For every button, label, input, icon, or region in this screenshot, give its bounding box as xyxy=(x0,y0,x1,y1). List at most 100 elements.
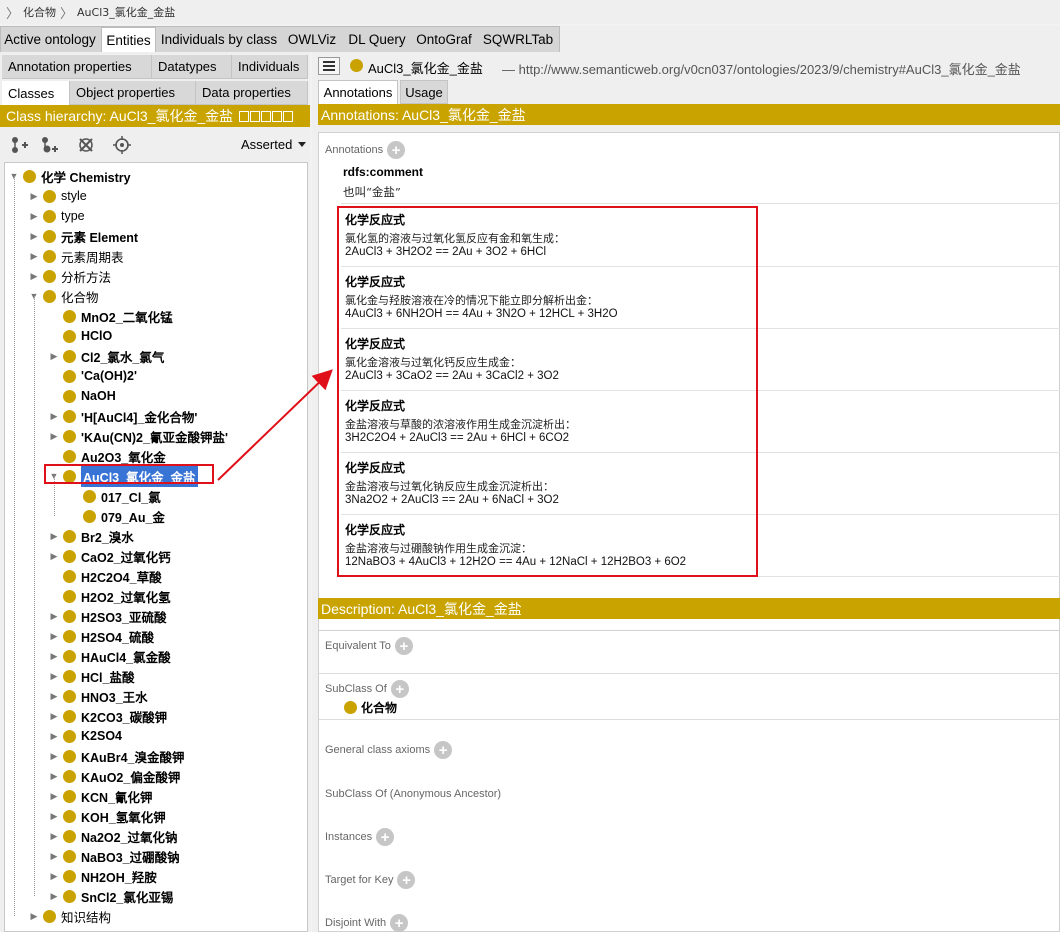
tree-node[interactable]: ▶ HNO3_王水 xyxy=(49,687,148,705)
expand-right-icon[interactable]: ▶ xyxy=(49,847,59,865)
tree-node[interactable]: ▶ type xyxy=(29,207,85,225)
tree-node[interactable]: ▶ NaBO3_过硼酸钠 xyxy=(49,847,180,865)
add-instance-icon[interactable]: + xyxy=(376,828,395,846)
subtab-object-properties[interactable]: Object properties xyxy=(70,81,196,105)
reaction-annotation[interactable]: 化学反应式 氯化金与羟胺溶液在冷的情况下能立即分解析出金： 4AuCl3 + 6NH… xyxy=(341,267,1060,329)
maximize-icon[interactable] xyxy=(272,110,283,122)
tree-node[interactable]: ▼ 化学 Chemistry xyxy=(9,167,131,185)
reaction-annotation[interactable]: 化学反应式 金盐溶液与草酸的浓溶液作用生成金沉淀析出： 3H2C2O4 + 2AuC… xyxy=(341,391,1060,453)
tree-node[interactable]: ▶ 元素周期表 xyxy=(29,247,124,265)
expand-right-icon[interactable]: ▶ xyxy=(49,547,59,565)
tab-individuals-by-class[interactable]: Individuals by class xyxy=(158,27,280,52)
add-annotation-icon[interactable]: + xyxy=(387,141,406,159)
close-view-icon[interactable] xyxy=(283,110,294,122)
tree-node[interactable]: ▶ HAuCl4_氯金酸 xyxy=(49,647,171,665)
reaction-annotation[interactable]: 化学反应式 金盐溶液与过硼酸钠作用生成金沉淀： 12NaBO3 + 4AuCl3 +… xyxy=(341,515,1060,577)
tree-node[interactable]: ▶ HCl_盐酸 xyxy=(49,667,134,685)
expand-right-icon[interactable]: ▶ xyxy=(49,747,59,765)
breadcrumb-item[interactable]: AuCl3_氯化金_金盐 xyxy=(77,4,175,20)
add-superclass-icon[interactable]: + xyxy=(390,680,409,698)
tree-node[interactable]: ▶ NH2OH_羟胺 xyxy=(49,867,157,885)
tree-node[interactable]: 'Ca(OH)2' xyxy=(49,367,137,385)
tree-node[interactable]: 017_Cl_氯 xyxy=(69,487,161,505)
expand-right-icon[interactable]: ▶ xyxy=(49,807,59,825)
tree-node[interactable]: ▶ KAuO2_偏金酸钾 xyxy=(49,767,180,785)
tab-active-ontology[interactable]: Active ontology xyxy=(0,27,100,52)
add-sibling-icon[interactable] xyxy=(40,136,58,154)
subtab-classes[interactable]: Classes xyxy=(2,81,70,105)
tab-owlviz[interactable]: OWLViz xyxy=(282,27,342,52)
tree-node[interactable]: ▶ K2CO3_碳酸钾 xyxy=(49,707,167,725)
add-disjoint-icon[interactable]: + xyxy=(390,914,409,932)
class-tree[interactable]: ▼ 化学 Chemistry ▶ style ▶ type ▶ 元素 Element ▶ 元素周期… xyxy=(4,162,308,932)
expand-right-icon[interactable]: ▶ xyxy=(49,827,59,845)
tab-ontograf[interactable]: OntoGraf xyxy=(412,27,476,52)
subtab-data-properties[interactable]: Data properties xyxy=(196,81,308,105)
expand-right-icon[interactable]: ▶ xyxy=(49,687,59,705)
annotation-property[interactable]: rdfs:comment xyxy=(343,165,423,179)
tree-node[interactable]: 079_Au_金 xyxy=(69,507,165,525)
subtab-individuals[interactable]: Individuals xyxy=(232,55,308,79)
tree-node[interactable]: ▼ AuCl3_氯化金_金盐 xyxy=(49,465,198,487)
tree-node[interactable]: ▶ Na2O2_过氧化钠 xyxy=(49,827,178,845)
tree-node[interactable]: ▶ style xyxy=(29,187,87,205)
add-equivalent-icon[interactable]: + xyxy=(394,637,413,655)
split-icon[interactable] xyxy=(261,110,272,122)
tree-node[interactable]: ▶ 知识结构 xyxy=(29,907,111,925)
expand-right-icon[interactable]: ▶ xyxy=(49,767,59,785)
expand-right-icon[interactable]: ▶ xyxy=(49,867,59,885)
tree-node[interactable]: H2O2_过氧化氢 xyxy=(49,587,171,605)
expand-right-icon[interactable]: ▶ xyxy=(29,267,39,285)
menu-icon[interactable] xyxy=(318,57,340,75)
tree-node[interactable]: ▶ CaO2_过氧化钙 xyxy=(49,547,171,565)
add-subclass-icon[interactable] xyxy=(10,136,28,154)
add-axiom-icon[interactable]: + xyxy=(434,741,453,759)
expand-right-icon[interactable]: ▶ xyxy=(29,187,39,205)
pin-icon[interactable] xyxy=(250,110,261,122)
tree-node[interactable]: ▶ 'KAu(CN)2_氰亚金酸钾盐' xyxy=(49,427,228,445)
reaction-annotation[interactable]: 化学反应式 氯化氢的溶液与过氧化氢反应有金和氧生成： 2AuCl3 + 3H2O2 … xyxy=(341,205,1060,267)
expand-right-icon[interactable]: ▶ xyxy=(49,527,59,545)
tree-node[interactable]: ▶ KOH_氢氧化钾 xyxy=(49,807,166,825)
tree-node[interactable]: ▶ K2SO4 xyxy=(49,727,122,745)
hierarchy-mode-dropdown[interactable]: Asserted xyxy=(241,134,307,154)
expand-right-icon[interactable]: ▶ xyxy=(49,707,59,725)
expand-right-icon[interactable]: ▶ xyxy=(49,627,59,645)
tree-node[interactable]: ▶ KAuBr4_溴金酸钾 xyxy=(49,747,185,765)
expand-right-icon[interactable]: ▶ xyxy=(49,407,59,425)
expand-right-icon[interactable]: ▶ xyxy=(29,207,39,225)
tree-node[interactable]: ▶ H2SO3_亚硫酸 xyxy=(49,607,166,625)
expand-right-icon[interactable]: ▶ xyxy=(29,227,39,245)
add-key-icon[interactable]: + xyxy=(397,871,416,889)
expand-right-icon[interactable]: ▶ xyxy=(49,647,59,665)
subtab-annotation-properties[interactable]: Annotation properties xyxy=(2,55,152,79)
delete-class-icon[interactable] xyxy=(77,136,95,154)
tree-node[interactable]: H2C2O4_草酸 xyxy=(49,567,162,585)
tree-node[interactable]: ▶ Cl2_氯水_氯气 xyxy=(49,347,164,365)
tree-node[interactable]: NaOH xyxy=(49,387,116,405)
reaction-annotation[interactable]: 化学反应式 氯化金溶液与过氧化钙反应生成金： 2AuCl3 + 3CaO2 == 2… xyxy=(341,329,1060,391)
tab-entities[interactable]: Entities xyxy=(101,27,156,52)
expand-right-icon[interactable]: ▶ xyxy=(49,727,59,745)
tree-node[interactable]: ▶ H2SO4_硫酸 xyxy=(49,627,154,645)
tree-node[interactable]: MnO2_二氧化锰 xyxy=(49,307,173,325)
tree-node[interactable]: Au2O3_氧化金 xyxy=(49,447,166,465)
subtab-datatypes[interactable]: Datatypes xyxy=(152,55,232,79)
tree-node[interactable]: ▼ 化合物 xyxy=(29,287,99,305)
help-icon[interactable] xyxy=(239,110,250,122)
expand-right-icon[interactable]: ▶ xyxy=(29,247,39,265)
expand-right-icon[interactable]: ▶ xyxy=(49,667,59,685)
tab-dl-query[interactable]: DL Query xyxy=(344,27,410,52)
target-icon[interactable] xyxy=(113,136,131,154)
tree-node[interactable]: HClO xyxy=(49,327,112,345)
expand-right-icon[interactable]: ▶ xyxy=(49,607,59,625)
tab-annotations[interactable]: Annotations xyxy=(318,80,398,104)
superclass-entry[interactable]: 化合物 xyxy=(344,699,397,716)
tree-node[interactable]: ▶ Br2_溴水 xyxy=(49,527,134,545)
tree-node[interactable]: ▶ SnCl2_氯化亚锡 xyxy=(49,887,173,905)
tree-node[interactable]: ▶ 元素 Element xyxy=(29,227,138,245)
breadcrumb-item[interactable]: 化合物 xyxy=(23,4,56,20)
expand-right-icon[interactable]: ▶ xyxy=(29,907,39,925)
tree-node[interactable]: ▶ KCN_氰化钾 xyxy=(49,787,153,805)
tree-node[interactable]: ▶ 分析方法 xyxy=(29,267,111,285)
